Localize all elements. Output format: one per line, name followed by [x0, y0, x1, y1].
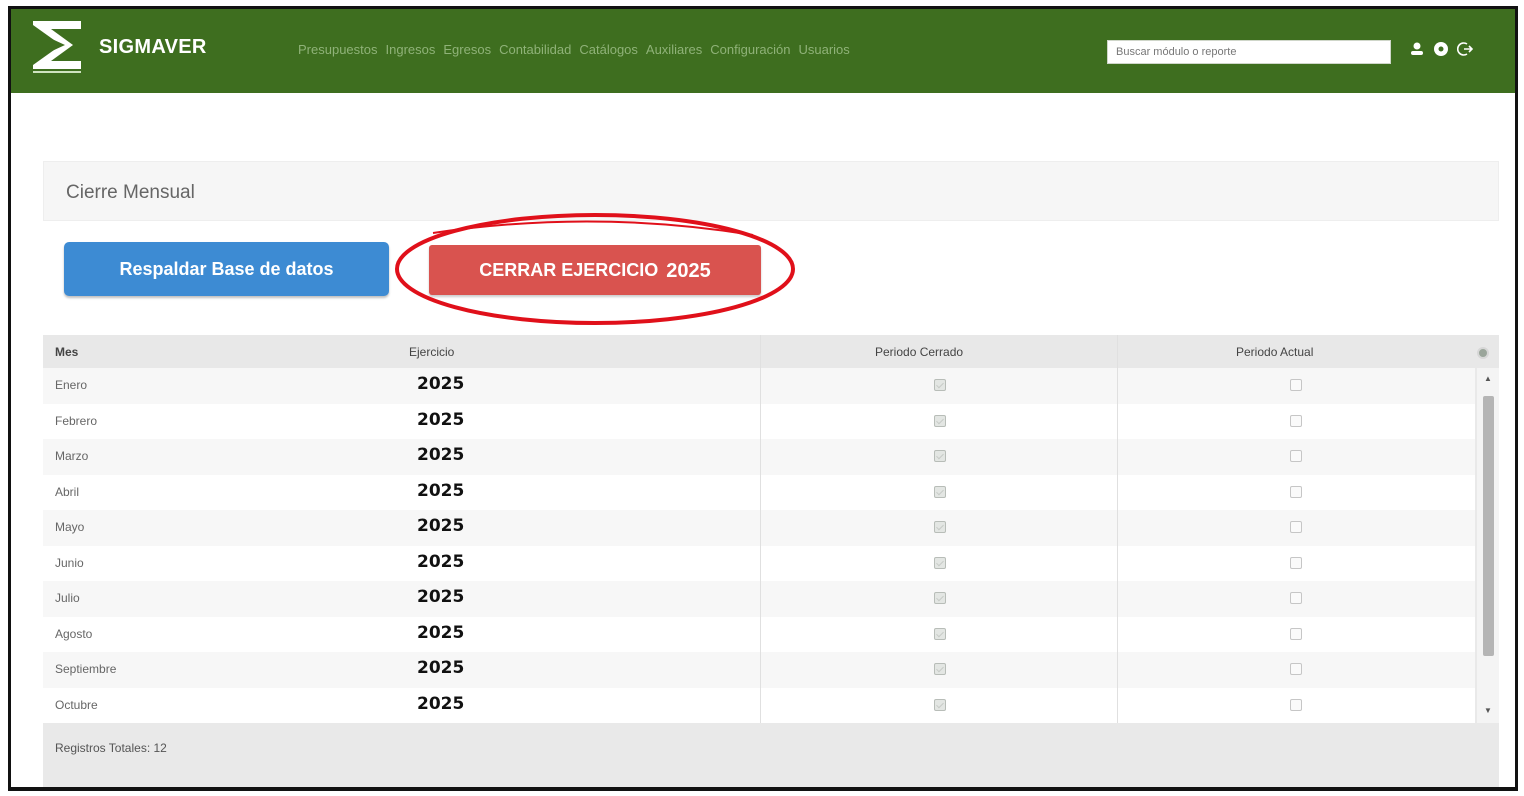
table-row[interactable]: Julio 2025	[43, 581, 1475, 617]
periodo-actual-checkbox[interactable]	[1290, 414, 1302, 427]
cell-mes: Febrero	[55, 413, 98, 428]
top-navbar: SIGMAVER Presupuestos Ingresos Egresos C…	[11, 9, 1515, 93]
nav-item-configuracion[interactable]: Configuración	[710, 42, 790, 57]
periodo-cerrado-checkbox[interactable]	[934, 450, 946, 462]
column-header-periodo-actual[interactable]: Periodo Actual	[1236, 345, 1313, 359]
total-records-text: Registros Totales: 12	[55, 741, 167, 755]
cell-ejercicio: 2025	[417, 516, 465, 536]
nav-item-egresos[interactable]: Egresos	[443, 42, 491, 57]
grid-header: Mes Ejercicio Periodo Cerrado Periodo Ac…	[43, 335, 1499, 368]
cell-mes: Agosto	[55, 626, 93, 641]
sigmaver-logo-icon	[33, 21, 81, 73]
help-icon[interactable]	[1432, 40, 1450, 58]
table-row[interactable]: Agosto 2025	[43, 616, 1475, 652]
column-chooser-icon[interactable]	[1477, 347, 1489, 359]
page-header: Cierre Mensual	[43, 161, 1499, 221]
periodo-cerrado-checkbox[interactable]	[934, 627, 946, 640]
main-menu: Presupuestos Ingresos Egresos Contabilid…	[298, 42, 850, 57]
periodo-cerrado-checkbox[interactable]	[934, 521, 946, 533]
nav-item-ingresos[interactable]: Ingresos	[386, 42, 436, 57]
cell-ejercicio: 2025	[417, 622, 465, 643]
cell-mes: Abril	[55, 484, 80, 499]
periodo-actual-checkbox[interactable]	[1290, 556, 1302, 569]
periodo-actual-checkbox[interactable]	[1290, 663, 1302, 675]
nav-item-usuarios[interactable]: Usuarios	[798, 42, 849, 57]
monthly-close-grid: Mes Ejercicio Periodo Cerrado Periodo Ac…	[43, 335, 1499, 787]
periodo-cerrado-checkbox[interactable]	[934, 485, 946, 498]
periodo-cerrado-checkbox[interactable]	[934, 414, 946, 427]
column-header-ejercicio[interactable]: Ejercicio	[409, 345, 454, 359]
close-fiscal-year-button[interactable]: CERRAR EJERCICIO 2025	[429, 245, 761, 295]
cell-ejercicio: 2025	[417, 374, 465, 394]
cell-mes: Octubre	[55, 697, 98, 712]
cell-mes: Junio	[55, 555, 84, 570]
cell-mes: Enero	[55, 378, 88, 392]
periodo-actual-checkbox[interactable]	[1290, 592, 1302, 604]
nav-item-presupuestos[interactable]: Presupuestos	[298, 42, 378, 57]
periodo-actual-checkbox[interactable]	[1290, 450, 1302, 462]
page-title: Cierre Mensual	[66, 182, 195, 203]
cell-ejercicio: 2025	[417, 409, 465, 430]
table-row[interactable]: Septiembre 2025	[43, 652, 1475, 688]
cell-ejercicio: 2025	[417, 658, 465, 678]
scroll-thumb[interactable]	[1483, 396, 1494, 656]
column-header-periodo-cerrado[interactable]: Periodo Cerrado	[875, 345, 963, 359]
cell-mes: Septiembre	[55, 662, 117, 676]
logout-icon[interactable]	[1456, 40, 1474, 58]
grid-footer: Registros Totales: 12	[43, 723, 1499, 787]
close-year-label: CERRAR EJERCICIO	[479, 259, 659, 280]
search-input[interactable]	[1107, 40, 1391, 64]
backup-database-button[interactable]: Respaldar Base de datos	[64, 242, 389, 296]
scroll-up-icon[interactable]: ▲	[1484, 374, 1492, 383]
user-icon[interactable]	[1408, 40, 1426, 58]
brand-name: SIGMAVER	[99, 35, 207, 58]
cell-ejercicio: 2025	[417, 551, 465, 572]
cell-mes: Julio	[55, 591, 80, 605]
cell-ejercicio: 2025	[417, 480, 465, 501]
grid-scrollbar[interactable]: ▲ ▼	[1477, 368, 1499, 723]
nav-item-catalogos[interactable]: Catálogos	[579, 42, 638, 57]
table-row[interactable]: Octubre 2025	[43, 687, 1475, 723]
table-row[interactable]: Abril 2025	[43, 474, 1475, 510]
periodo-cerrado-checkbox[interactable]	[934, 556, 946, 569]
table-row[interactable]: Enero 2025	[43, 368, 1475, 404]
cell-ejercicio: 2025	[417, 693, 465, 714]
periodo-actual-checkbox[interactable]	[1290, 485, 1302, 498]
column-divider	[1117, 335, 1118, 723]
periodo-actual-checkbox[interactable]	[1290, 379, 1302, 391]
nav-item-contabilidad[interactable]: Contabilidad	[499, 42, 571, 57]
table-row[interactable]: Mayo 2025	[43, 510, 1475, 546]
nav-item-auxiliares[interactable]: Auxiliares	[646, 42, 702, 57]
periodo-actual-checkbox[interactable]	[1290, 698, 1302, 711]
cell-ejercicio: 2025	[417, 445, 465, 465]
periodo-actual-checkbox[interactable]	[1290, 521, 1302, 533]
table-row[interactable]: Marzo 2025	[43, 439, 1475, 475]
table-row[interactable]: Junio 2025	[43, 545, 1475, 581]
table-row[interactable]: Febrero 2025	[43, 403, 1475, 439]
close-year-value: 2025	[666, 260, 711, 282]
column-header-mes[interactable]: Mes	[55, 345, 78, 359]
grid-body: Enero 2025 Febrero 2025 Marzo 2025 Abril 2025 Ma…	[43, 368, 1475, 723]
cell-mes: Mayo	[55, 520, 85, 534]
periodo-cerrado-checkbox[interactable]	[934, 379, 946, 391]
brand[interactable]: SIGMAVER	[29, 15, 207, 75]
periodo-actual-checkbox[interactable]	[1290, 627, 1302, 640]
nav-icons	[1408, 40, 1474, 58]
periodo-cerrado-checkbox[interactable]	[934, 663, 946, 675]
scroll-down-icon[interactable]: ▼	[1484, 706, 1492, 715]
cell-ejercicio: 2025	[417, 587, 465, 607]
column-divider	[760, 335, 761, 723]
periodo-cerrado-checkbox[interactable]	[934, 698, 946, 711]
cell-mes: Marzo	[55, 449, 89, 463]
periodo-cerrado-checkbox[interactable]	[934, 592, 946, 604]
app-window: SIGMAVER Presupuestos Ingresos Egresos C…	[8, 6, 1518, 791]
